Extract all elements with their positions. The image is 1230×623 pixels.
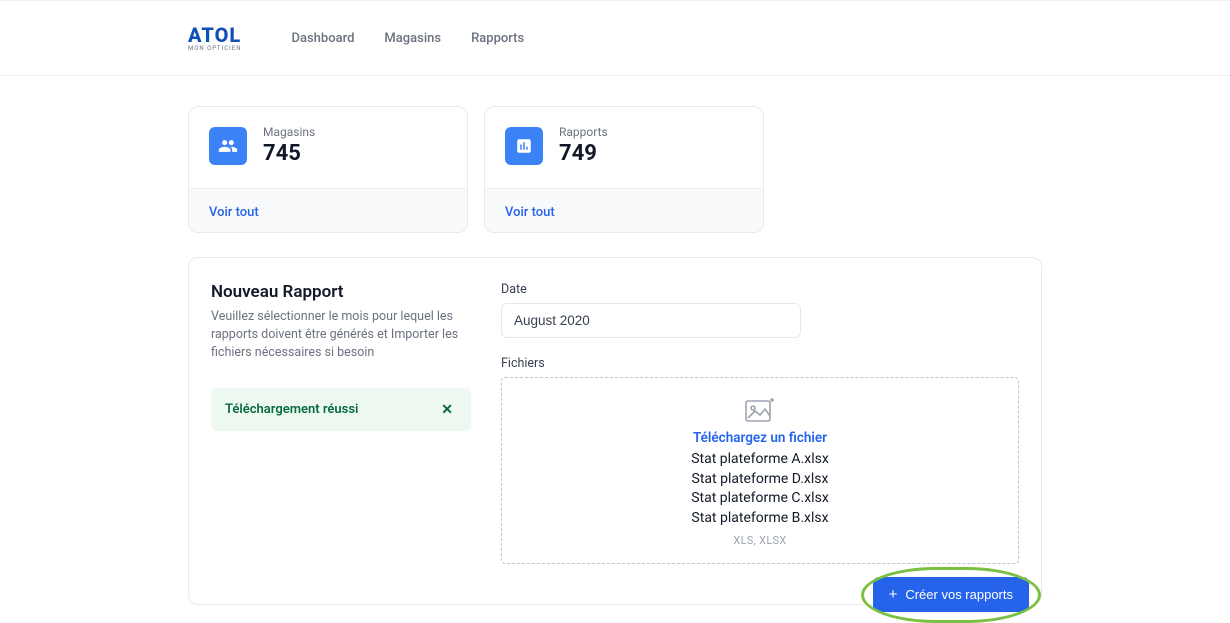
brand-tagline: MON OPTICIEN	[188, 45, 242, 52]
brand-logo: ATOL MON OPTICIEN	[188, 25, 242, 52]
file-dropzone[interactable]: Téléchargez un fichier Stat plateforme A…	[501, 377, 1019, 564]
stat-label: Rapports	[559, 125, 608, 139]
report-title: Nouveau Rapport	[211, 282, 471, 302]
create-reports-button[interactable]: + Créer vos rapports	[873, 577, 1029, 612]
upload-link[interactable]: Téléchargez un fichier	[512, 430, 1008, 446]
date-input[interactable]	[501, 303, 801, 338]
nav-magasins[interactable]: Magasins	[384, 31, 441, 46]
stat-footer-link-rapports[interactable]: Voir tout	[505, 205, 555, 220]
uploaded-file: Stat plateforme C.xlsx	[512, 489, 1008, 509]
chart-icon	[505, 127, 543, 165]
plus-icon: +	[889, 587, 898, 602]
nav-dashboard[interactable]: Dashboard	[292, 31, 355, 46]
main-content: Magasins 745 Voir tout Rapports 749 Voir…	[0, 76, 1230, 605]
stats-row: Magasins 745 Voir tout Rapports 749 Voir…	[188, 106, 1042, 233]
brand-name: ATOL	[188, 25, 242, 45]
top-bar: ATOL MON OPTICIEN Dashboard Magasins Rap…	[0, 0, 1230, 76]
report-right: Date Fichiers Téléchargez un fichier Sta	[501, 282, 1019, 564]
create-button-label: Créer vos rapports	[905, 587, 1013, 602]
upload-success-alert: Téléchargement réussi ✕	[211, 388, 471, 431]
new-report-card: Nouveau Rapport Veuillez sélectionner le…	[188, 257, 1042, 605]
stat-label: Magasins	[263, 125, 315, 139]
close-icon[interactable]: ✕	[437, 401, 457, 418]
files-field: Fichiers Téléchargez un fichier Stat pla…	[501, 356, 1019, 564]
uploaded-file: Stat plateforme B.xlsx	[512, 509, 1008, 529]
date-label: Date	[501, 282, 1019, 297]
image-upload-icon	[745, 398, 775, 422]
primary-nav: Dashboard Magasins Rapports	[292, 31, 525, 46]
uploaded-file: Stat plateforme A.xlsx	[512, 450, 1008, 470]
nav-rapports[interactable]: Rapports	[471, 31, 524, 46]
accepted-formats: XLS, XLSX	[512, 534, 1008, 547]
stat-value: 745	[263, 141, 315, 166]
report-description: Veuillez sélectionner le mois pour leque…	[211, 308, 471, 362]
stat-card-magasins: Magasins 745 Voir tout	[188, 106, 468, 233]
create-button-wrap: + Créer vos rapports	[873, 577, 1029, 612]
stat-footer-link-magasins[interactable]: Voir tout	[209, 205, 259, 220]
stat-value: 749	[559, 141, 608, 166]
alert-text: Téléchargement réussi	[225, 402, 358, 417]
files-label: Fichiers	[501, 356, 1019, 371]
report-left: Nouveau Rapport Veuillez sélectionner le…	[211, 282, 471, 564]
uploaded-file: Stat plateforme D.xlsx	[512, 470, 1008, 490]
users-icon	[209, 127, 247, 165]
stat-card-rapports: Rapports 749 Voir tout	[484, 106, 764, 233]
